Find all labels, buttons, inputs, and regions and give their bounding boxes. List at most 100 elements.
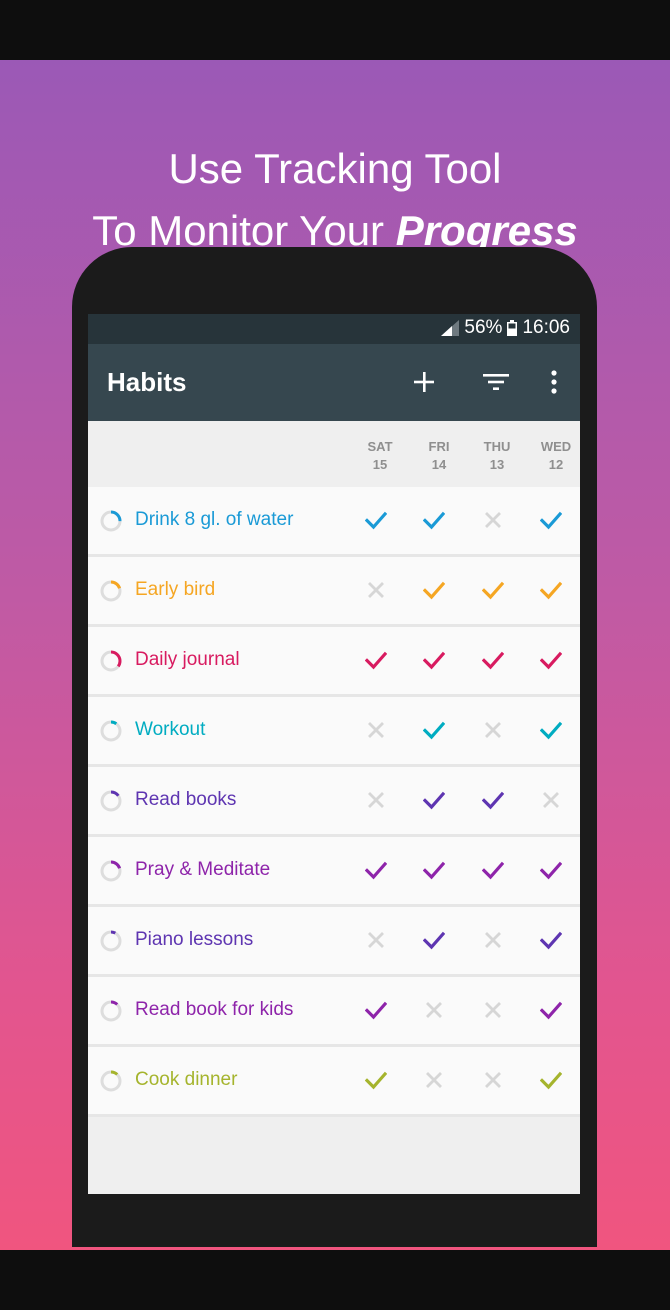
check-icon: [482, 791, 504, 810]
habit-row[interactable]: Drink 8 gl. of water: [88, 487, 580, 557]
habit-row[interactable]: Cook dinner: [88, 1047, 580, 1117]
add-icon: [414, 372, 434, 392]
check-mark-toggle[interactable]: [364, 508, 388, 532]
cross-mark-toggle[interactable]: [364, 928, 388, 952]
check-icon: [482, 861, 504, 880]
check-icon: [540, 1001, 562, 1020]
check-mark-toggle[interactable]: [539, 928, 563, 952]
filter-icon: [483, 374, 509, 390]
check-mark-toggle[interactable]: [539, 508, 563, 532]
day-name: WED: [540, 439, 572, 454]
promo-headline: Use Tracking Tool To Monitor Your Progre…: [0, 138, 670, 262]
check-mark-toggle[interactable]: [481, 578, 505, 602]
check-mark-toggle[interactable]: [422, 858, 446, 882]
check-mark-toggle[interactable]: [539, 648, 563, 672]
cross-mark-toggle[interactable]: [481, 718, 505, 742]
check-mark-toggle[interactable]: [539, 998, 563, 1022]
habit-name: Piano lessons: [135, 929, 254, 950]
check-mark-toggle[interactable]: [539, 578, 563, 602]
check-mark-toggle[interactable]: [481, 648, 505, 672]
habit-row[interactable]: Early bird: [88, 557, 580, 627]
check-icon: [540, 581, 562, 600]
habit-progress-ring-icon: [100, 1070, 122, 1092]
check-mark-toggle[interactable]: [481, 858, 505, 882]
check-icon: [423, 651, 445, 670]
check-mark-toggle[interactable]: [364, 1068, 388, 1092]
habit-progress-ring-icon: [100, 510, 122, 532]
cross-mark-toggle[interactable]: [481, 998, 505, 1022]
check-icon: [540, 511, 562, 530]
check-mark-toggle[interactable]: [422, 788, 446, 812]
habit-name: Read book for kids: [135, 999, 294, 1020]
day-column-header: SAT 15: [355, 438, 405, 474]
habit-progress-ring-icon: [100, 1000, 122, 1022]
close-icon: [485, 1002, 501, 1018]
check-mark-toggle[interactable]: [539, 1068, 563, 1092]
habit-row[interactable]: Read books: [88, 767, 580, 837]
battery-percent: 56%: [464, 317, 503, 338]
habit-name: Pray & Meditate: [135, 859, 271, 880]
cross-mark-toggle[interactable]: [364, 788, 388, 812]
habit-name: Early bird: [135, 579, 216, 600]
habit-row[interactable]: Read book for kids: [88, 977, 580, 1047]
day-date: 12: [548, 457, 564, 472]
close-icon: [485, 722, 501, 738]
close-icon: [485, 1072, 501, 1088]
cross-mark-toggle[interactable]: [364, 578, 388, 602]
check-icon: [423, 721, 445, 740]
habit-name: Workout: [135, 719, 206, 740]
habit-list: Drink 8 gl. of water Early bird Daily jour…: [88, 487, 580, 1117]
cross-mark-toggle[interactable]: [481, 508, 505, 532]
habit-row[interactable]: Piano lessons: [88, 907, 580, 977]
habit-row[interactable]: Workout: [88, 697, 580, 767]
close-icon: [368, 932, 384, 948]
headline-line-1: Use Tracking Tool: [168, 145, 502, 192]
close-icon: [543, 792, 559, 808]
add-habit-button[interactable]: [406, 364, 442, 400]
check-icon: [540, 721, 562, 740]
habit-row[interactable]: Pray & Meditate: [88, 837, 580, 907]
check-icon: [365, 1071, 387, 1090]
day-name: SAT: [367, 439, 393, 454]
close-icon: [426, 1072, 442, 1088]
more-options-button[interactable]: [536, 364, 572, 400]
bottom-black-bar: [0, 1250, 670, 1310]
check-mark-toggle[interactable]: [364, 648, 388, 672]
battery-icon: [507, 320, 518, 336]
check-mark-toggle[interactable]: [422, 928, 446, 952]
close-icon: [485, 512, 501, 528]
cross-mark-toggle[interactable]: [364, 718, 388, 742]
check-mark-toggle[interactable]: [422, 648, 446, 672]
cross-mark-toggle[interactable]: [481, 1068, 505, 1092]
day-column-header: THU 13: [472, 438, 522, 474]
habit-name: Read books: [135, 789, 237, 810]
filter-button[interactable]: [478, 364, 514, 400]
check-mark-toggle[interactable]: [539, 718, 563, 742]
close-icon: [426, 1002, 442, 1018]
check-mark-toggle[interactable]: [422, 578, 446, 602]
check-icon: [482, 581, 504, 600]
check-mark-toggle[interactable]: [481, 788, 505, 812]
check-mark-toggle[interactable]: [539, 858, 563, 882]
habit-progress-ring-icon: [100, 580, 122, 602]
check-icon: [365, 1001, 387, 1020]
cross-mark-toggle[interactable]: [422, 998, 446, 1022]
check-icon: [365, 511, 387, 530]
top-black-bar: [0, 0, 670, 60]
check-mark-toggle[interactable]: [422, 718, 446, 742]
day-name: THU: [483, 439, 511, 454]
day-date: 15: [372, 457, 388, 472]
day-column-header: FRI 14: [414, 438, 464, 474]
check-mark-toggle[interactable]: [364, 998, 388, 1022]
day-name: FRI: [428, 439, 450, 454]
status-indicators: 56% 16:06: [441, 317, 570, 339]
cross-mark-toggle[interactable]: [481, 928, 505, 952]
habit-progress-ring-icon: [100, 790, 122, 812]
check-mark-toggle[interactable]: [364, 858, 388, 882]
habit-progress-ring-icon: [100, 930, 122, 952]
habit-row[interactable]: Daily journal: [88, 627, 580, 697]
check-mark-toggle[interactable]: [422, 508, 446, 532]
check-icon: [540, 861, 562, 880]
cross-mark-toggle[interactable]: [422, 1068, 446, 1092]
cross-mark-toggle[interactable]: [539, 788, 563, 812]
